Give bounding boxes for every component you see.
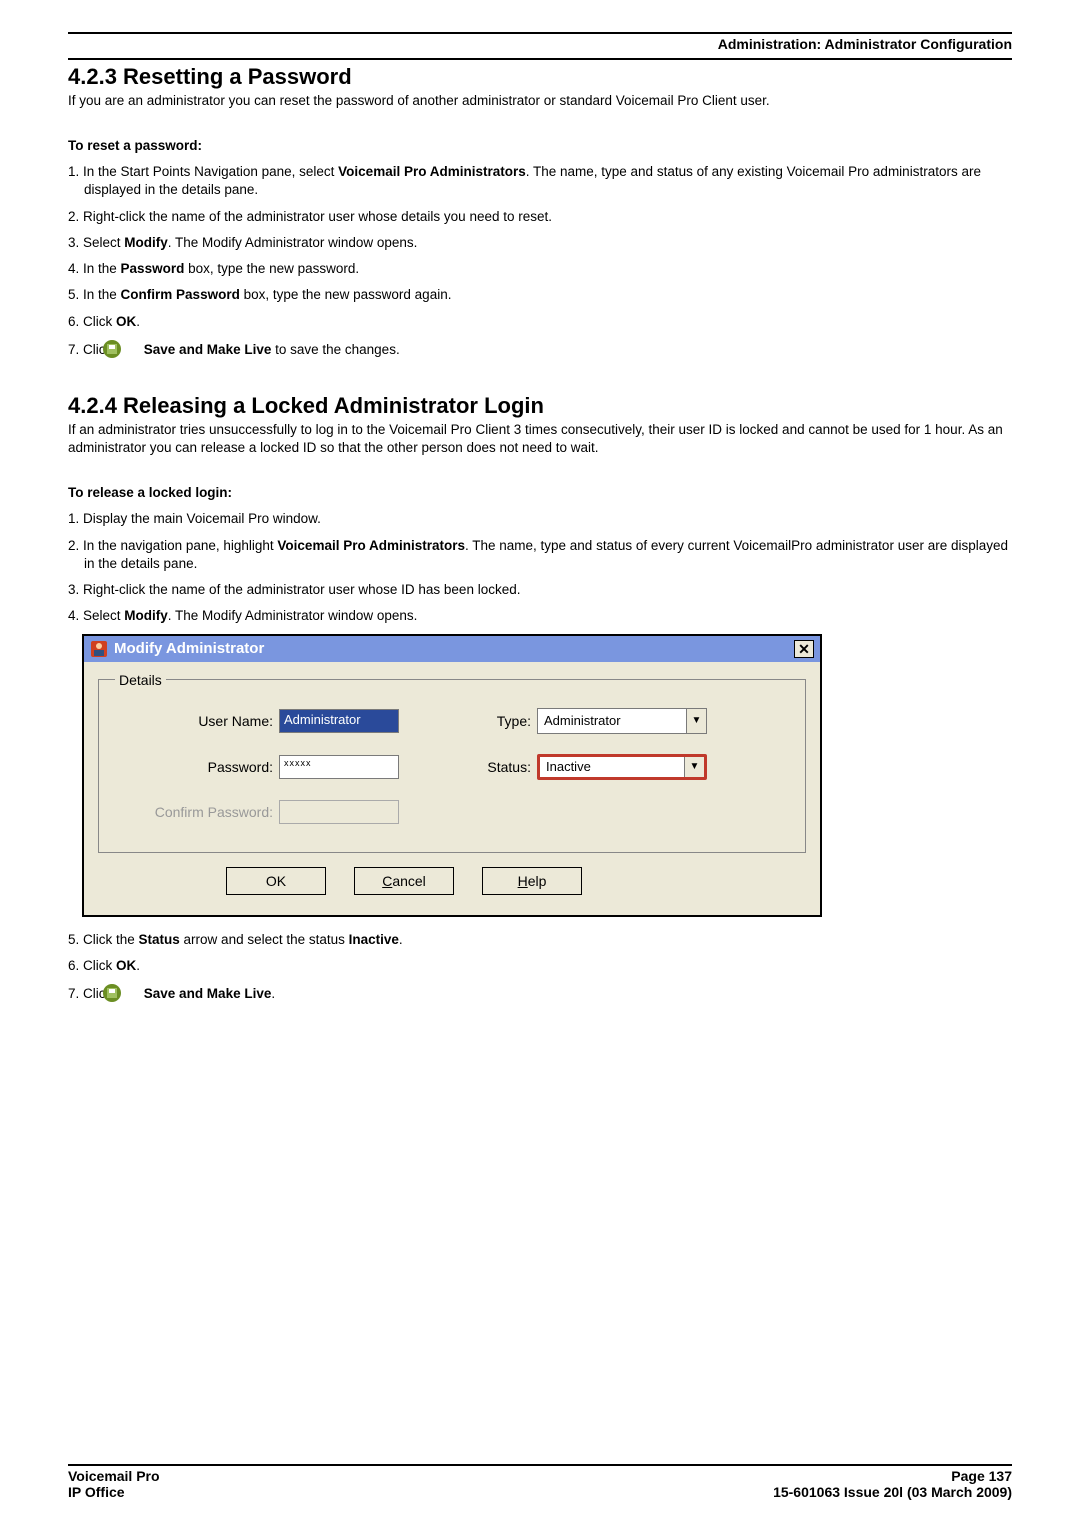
status-dropdown[interactable]: Inactive ▼ — [537, 754, 707, 780]
section-424-title: 4.2.4 Releasing a Locked Administrator L… — [68, 393, 1012, 419]
page-footer: Voicemail Pro Page 137 IP Office 15-6010… — [68, 1464, 1012, 1500]
modify-administrator-dialog: Modify Administrator ✕ Details User Name… — [82, 634, 822, 917]
footer-right-1: Page 137 — [951, 1468, 1012, 1484]
step-424-4: 4. Select Modify. The Modify Administrat… — [68, 607, 1012, 625]
step-424-3: 3. Right-click the name of the administr… — [68, 581, 1012, 599]
step-424-7: 7. Click Save and Make Live. — [68, 983, 1012, 1003]
confirm-password-field — [279, 800, 399, 824]
details-legend: Details — [115, 672, 166, 688]
type-value: Administrator — [538, 711, 686, 730]
type-dropdown[interactable]: Administrator ▼ — [537, 708, 707, 734]
step-423-5: 5. In the Confirm Password box, type the… — [68, 286, 1012, 304]
details-fieldset: Details User Name: Administrator Type: A… — [98, 672, 806, 853]
type-label: Type: — [479, 713, 537, 729]
password-label: Password: — [115, 759, 279, 775]
close-icon: ✕ — [798, 642, 810, 656]
step-423-3: 3. Select Modify. The Modify Administrat… — [68, 234, 1012, 252]
footer-right-2: 15-601063 Issue 20l (03 March 2009) — [773, 1484, 1012, 1500]
step-424-2: 2. In the navigation pane, highlight Voi… — [68, 537, 1012, 573]
section-423-steps: 1. In the Start Points Navigation pane, … — [68, 163, 1012, 359]
dialog-titlebar[interactable]: Modify Administrator ✕ — [84, 636, 820, 662]
chevron-down-icon[interactable]: ▼ — [686, 709, 706, 733]
step-423-6: 6. Click OK. — [68, 313, 1012, 331]
step-424-6: 6. Click OK. — [68, 957, 1012, 975]
status-value: Inactive — [540, 757, 684, 776]
dialog-title: Modify Administrator — [114, 640, 264, 657]
ok-button[interactable]: OK — [226, 867, 326, 895]
footer-left-2: IP Office — [68, 1484, 125, 1500]
section-424-intro: If an administrator tries unsuccessfully… — [68, 421, 1012, 457]
save-make-live-icon — [118, 339, 138, 359]
step-423-1: 1. In the Start Points Navigation pane, … — [68, 163, 1012, 199]
step-424-5: 5. Click the Status arrow and select the… — [68, 931, 1012, 949]
step-423-2: 2. Right-click the name of the administr… — [68, 208, 1012, 226]
section-423-subheading: To reset a password: — [68, 138, 1012, 153]
section-424-steps: 1. Display the main Voicemail Pro window… — [68, 510, 1012, 625]
page-header-breadcrumb: Administration: Administrator Configurat… — [68, 36, 1012, 52]
section-423-title: 4.2.3 Resetting a Password — [68, 64, 1012, 90]
save-make-live-icon — [118, 983, 138, 1003]
step-423-4: 4. In the Password box, type the new pas… — [68, 260, 1012, 278]
section-423-intro: If you are an administrator you can rese… — [68, 92, 1012, 110]
username-field[interactable]: Administrator — [279, 709, 399, 733]
dialog-icon — [90, 640, 108, 658]
help-button[interactable]: Help — [482, 867, 582, 895]
footer-left-1: Voicemail Pro — [68, 1468, 160, 1484]
step-424-1: 1. Display the main Voicemail Pro window… — [68, 510, 1012, 528]
status-label: Status: — [479, 759, 537, 775]
password-field[interactable]: xxxxx — [279, 755, 399, 779]
chevron-down-icon[interactable]: ▼ — [684, 757, 704, 777]
confirm-password-label: Confirm Password: — [115, 804, 279, 820]
cancel-button[interactable]: Cancel — [354, 867, 454, 895]
close-button[interactable]: ✕ — [794, 640, 814, 658]
section-424-subheading: To release a locked login: — [68, 485, 1012, 500]
section-424-steps-cont: 5. Click the Status arrow and select the… — [68, 931, 1012, 1004]
step-423-7: 7. Click Save and Make Live to save the … — [68, 339, 1012, 359]
username-label: User Name: — [115, 713, 279, 729]
